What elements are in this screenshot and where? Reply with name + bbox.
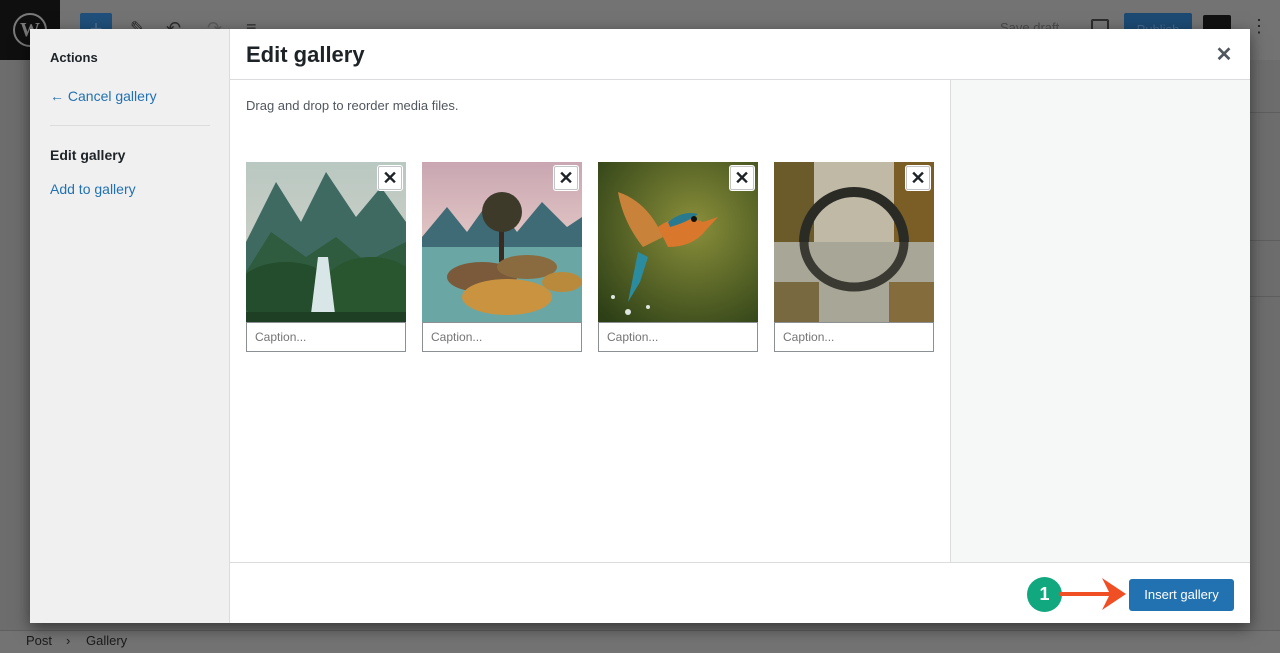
remove-image-button[interactable]: ✕ (378, 166, 402, 190)
gallery-item[interactable]: ✕ (774, 162, 934, 352)
arrow-icon (1060, 578, 1126, 610)
menu-item-edit-gallery[interactable]: Edit gallery (50, 147, 125, 163)
step-badge: 1 (1027, 577, 1062, 612)
thumbnail-image[interactable]: ✕ (774, 162, 934, 322)
modal-title: Edit gallery (246, 42, 365, 67)
sidebar-divider (1250, 240, 1280, 241)
insert-gallery-button[interactable]: Insert gallery (1129, 579, 1234, 611)
remove-image-button[interactable]: ✕ (554, 166, 578, 190)
instructions-text: Drag and drop to reorder media files. (246, 98, 459, 113)
sidebar-divider (1250, 112, 1280, 113)
caption-input[interactable] (422, 322, 582, 352)
thumbnail-image[interactable]: ✕ (598, 162, 758, 322)
close-icon[interactable]: ✕ (1212, 43, 1236, 67)
editor-footer (0, 630, 1280, 653)
media-menu: Actions ← Cancel gallery Edit gallery Ad… (30, 29, 230, 623)
thumbnail-image[interactable]: ✕ (422, 162, 582, 322)
breadcrumb-gallery: Gallery (86, 633, 128, 648)
add-to-gallery-link[interactable]: Add to gallery (50, 181, 136, 197)
gallery-content: Drag and drop to reorder media files. ✕ … (230, 80, 950, 562)
sidebar-divider (1250, 296, 1280, 297)
menu-heading: Actions (50, 50, 98, 65)
caption-input[interactable] (774, 322, 934, 352)
breadcrumb-post: Post (26, 633, 53, 648)
remove-image-button[interactable]: ✕ (906, 166, 930, 190)
media-modal: Actions ← Cancel gallery Edit gallery Ad… (30, 29, 1250, 623)
breadcrumb-separator-icon: › (66, 633, 71, 648)
caption-input[interactable] (246, 322, 406, 352)
caption-input[interactable] (598, 322, 758, 352)
menu-separator (50, 125, 210, 126)
remove-image-button[interactable]: ✕ (730, 166, 754, 190)
attachment-details-panel (950, 80, 1250, 562)
modal-title-bar: Edit gallery ✕ (230, 29, 1250, 80)
cancel-gallery-link[interactable]: ← Cancel gallery (50, 88, 157, 104)
gallery-item[interactable]: ✕ (598, 162, 758, 352)
thumbnail-image[interactable]: ✕ (246, 162, 406, 322)
more-options-icon: ⋮ (1250, 16, 1268, 36)
gallery-item[interactable]: ✕ (246, 162, 406, 352)
gallery-item[interactable]: ✕ (422, 162, 582, 352)
